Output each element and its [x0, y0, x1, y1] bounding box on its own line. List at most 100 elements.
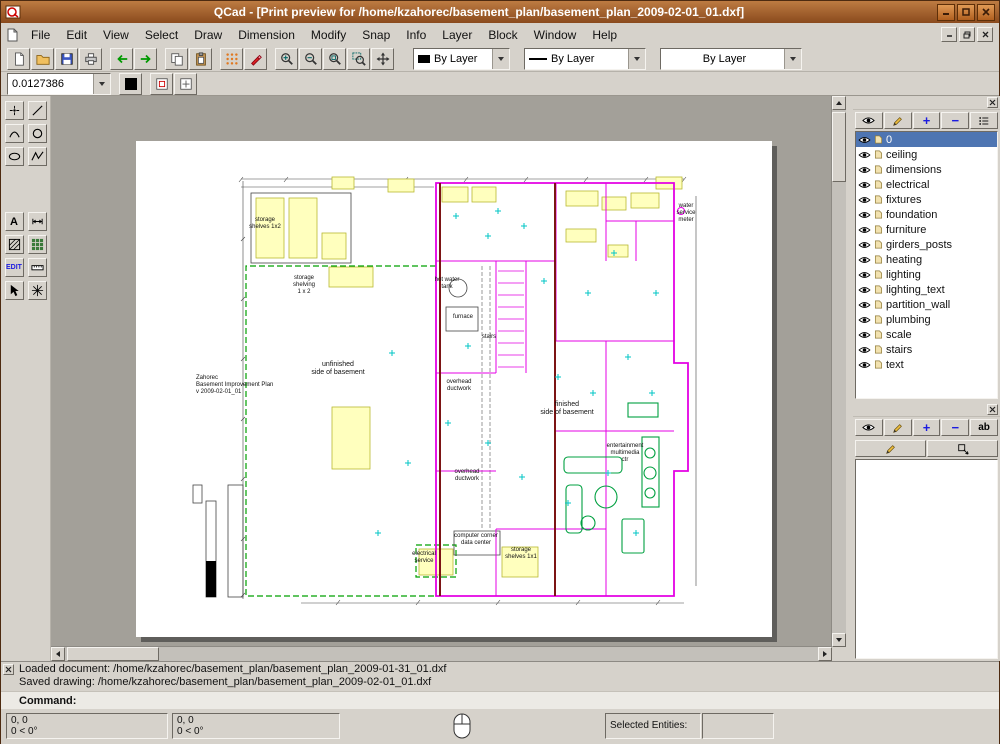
layer-menu-button[interactable]	[970, 112, 998, 129]
eye-icon[interactable]	[858, 256, 871, 264]
menu-item-layer[interactable]: Layer	[434, 24, 480, 46]
polyline-tool-button[interactable]	[28, 147, 47, 166]
menu-item-snap[interactable]: Snap	[354, 24, 398, 46]
layer-row-ceiling[interactable]: ceiling	[856, 147, 997, 162]
layer-row-stairs[interactable]: stairs	[856, 342, 997, 357]
paste-button[interactable]	[189, 48, 212, 70]
line-tool-button[interactable]	[28, 101, 47, 120]
select-tool-button[interactable]	[5, 281, 24, 300]
block-list[interactable]	[855, 459, 998, 659]
zoom-window-button[interactable]	[347, 48, 370, 70]
eye-icon[interactable]	[858, 211, 871, 219]
scroll-up-button[interactable]	[832, 96, 846, 110]
undo-button[interactable]	[110, 48, 133, 70]
new-file-button[interactable]	[7, 48, 30, 70]
block-edit-entities-button[interactable]	[855, 440, 926, 457]
drawing-canvas[interactable]: Zahorec Basement Improvement Plan v 2009…	[51, 96, 846, 661]
menu-item-select[interactable]: Select	[137, 24, 186, 46]
mdi-minimize-button[interactable]	[941, 27, 957, 42]
eye-icon[interactable]	[858, 181, 871, 189]
block-remove-button[interactable]: −	[941, 419, 969, 436]
layer-panel-close-button[interactable]	[987, 97, 998, 108]
linestyle-combo[interactable]: By Layer	[660, 48, 802, 70]
zoom-in-button[interactable]	[275, 48, 298, 70]
layer-row-lighting[interactable]: lighting	[856, 267, 997, 282]
command-close-button[interactable]	[3, 664, 14, 675]
point-tool-button[interactable]	[5, 101, 24, 120]
block-visibility-button[interactable]	[855, 419, 883, 436]
title-bar[interactable]: QCad - [Print preview for /home/kzahorec…	[1, 1, 999, 23]
layer-list[interactable]: 0ceilingdimensionselectricalfixturesfoun…	[855, 131, 998, 399]
redo-button[interactable]	[134, 48, 157, 70]
scroll-left-button[interactable]	[51, 647, 65, 661]
edit-tool-button[interactable]: EDIT	[5, 258, 24, 277]
mdi-close-button[interactable]	[977, 27, 993, 42]
menu-item-help[interactable]: Help	[584, 24, 625, 46]
maximize-button[interactable]	[957, 4, 975, 21]
layer-row-lighting_text[interactable]: lighting_text	[856, 282, 997, 297]
bw-toggle-button[interactable]	[119, 73, 142, 95]
zoom-auto-button[interactable]	[323, 48, 346, 70]
draw-pen-button[interactable]	[244, 48, 267, 70]
vertical-scrollbar[interactable]	[831, 96, 846, 647]
layer-row-partition_wall[interactable]: partition_wall	[856, 297, 997, 312]
ellipse-tool-button[interactable]	[5, 147, 24, 166]
linewidth-combo[interactable]: By Layer	[524, 48, 646, 70]
explode-tool-button[interactable]	[28, 281, 47, 300]
horizontal-scrollbar[interactable]	[51, 646, 832, 661]
eye-icon[interactable]	[858, 301, 871, 309]
layer-row-girders_posts[interactable]: girders_posts	[856, 237, 997, 252]
circle-tool-button[interactable]	[28, 124, 47, 143]
mdi-restore-button[interactable]	[959, 27, 975, 42]
block-edit-button[interactable]	[884, 419, 912, 436]
command-input[interactable]	[76, 692, 999, 710]
insert-tool-button[interactable]	[28, 235, 47, 254]
save-button[interactable]	[55, 48, 78, 70]
layer-row-text[interactable]: text	[856, 357, 997, 372]
hatch-tool-button[interactable]	[5, 235, 24, 254]
horizontal-scroll-thumb[interactable]	[67, 647, 159, 661]
layer-add-button[interactable]: +	[913, 112, 941, 129]
block-rename-button[interactable]: ab	[970, 419, 998, 436]
menu-item-dimension[interactable]: Dimension	[230, 24, 303, 46]
menu-item-info[interactable]: Info	[398, 24, 434, 46]
eye-icon[interactable]	[858, 241, 871, 249]
arc-tool-button[interactable]	[5, 124, 24, 143]
scroll-right-button[interactable]	[818, 647, 832, 661]
eye-icon[interactable]	[858, 151, 871, 159]
eye-icon[interactable]	[858, 346, 871, 354]
layer-row-0[interactable]: 0	[856, 132, 997, 147]
copy-button[interactable]	[165, 48, 188, 70]
layer-edit-button[interactable]	[884, 112, 912, 129]
scroll-down-button[interactable]	[832, 633, 846, 647]
eye-icon[interactable]	[858, 226, 871, 234]
eye-icon[interactable]	[858, 331, 871, 339]
eye-icon[interactable]	[858, 136, 871, 144]
layer-row-scale[interactable]: scale	[856, 327, 997, 342]
menu-item-view[interactable]: View	[95, 24, 137, 46]
layer-remove-button[interactable]: −	[941, 112, 969, 129]
zoom-pan-button[interactable]	[371, 48, 394, 70]
dimension-tool-button[interactable]	[28, 212, 47, 231]
layer-row-heating[interactable]: heating	[856, 252, 997, 267]
vertical-scroll-thumb[interactable]	[832, 112, 846, 182]
menu-item-draw[interactable]: Draw	[186, 24, 230, 46]
block-add-button[interactable]: +	[913, 419, 941, 436]
layer-row-furniture[interactable]: furniture	[856, 222, 997, 237]
block-panel-handle[interactable]	[853, 403, 1000, 417]
open-file-button[interactable]	[31, 48, 54, 70]
layer-visibility-button[interactable]	[855, 112, 883, 129]
close-button[interactable]	[977, 4, 995, 21]
block-panel-close-button[interactable]	[987, 404, 998, 415]
layer-panel-handle[interactable]	[853, 96, 1000, 110]
menu-item-edit[interactable]: Edit	[58, 24, 95, 46]
layer-row-fixtures[interactable]: fixtures	[856, 192, 997, 207]
eye-icon[interactable]	[858, 316, 871, 324]
center-page-button[interactable]	[174, 73, 197, 95]
minimize-button[interactable]	[937, 4, 955, 21]
menu-item-modify[interactable]: Modify	[303, 24, 354, 46]
block-insert-button[interactable]	[927, 440, 998, 457]
eye-icon[interactable]	[858, 271, 871, 279]
measure-tool-button[interactable]	[28, 258, 47, 277]
menu-item-window[interactable]: Window	[526, 24, 585, 46]
